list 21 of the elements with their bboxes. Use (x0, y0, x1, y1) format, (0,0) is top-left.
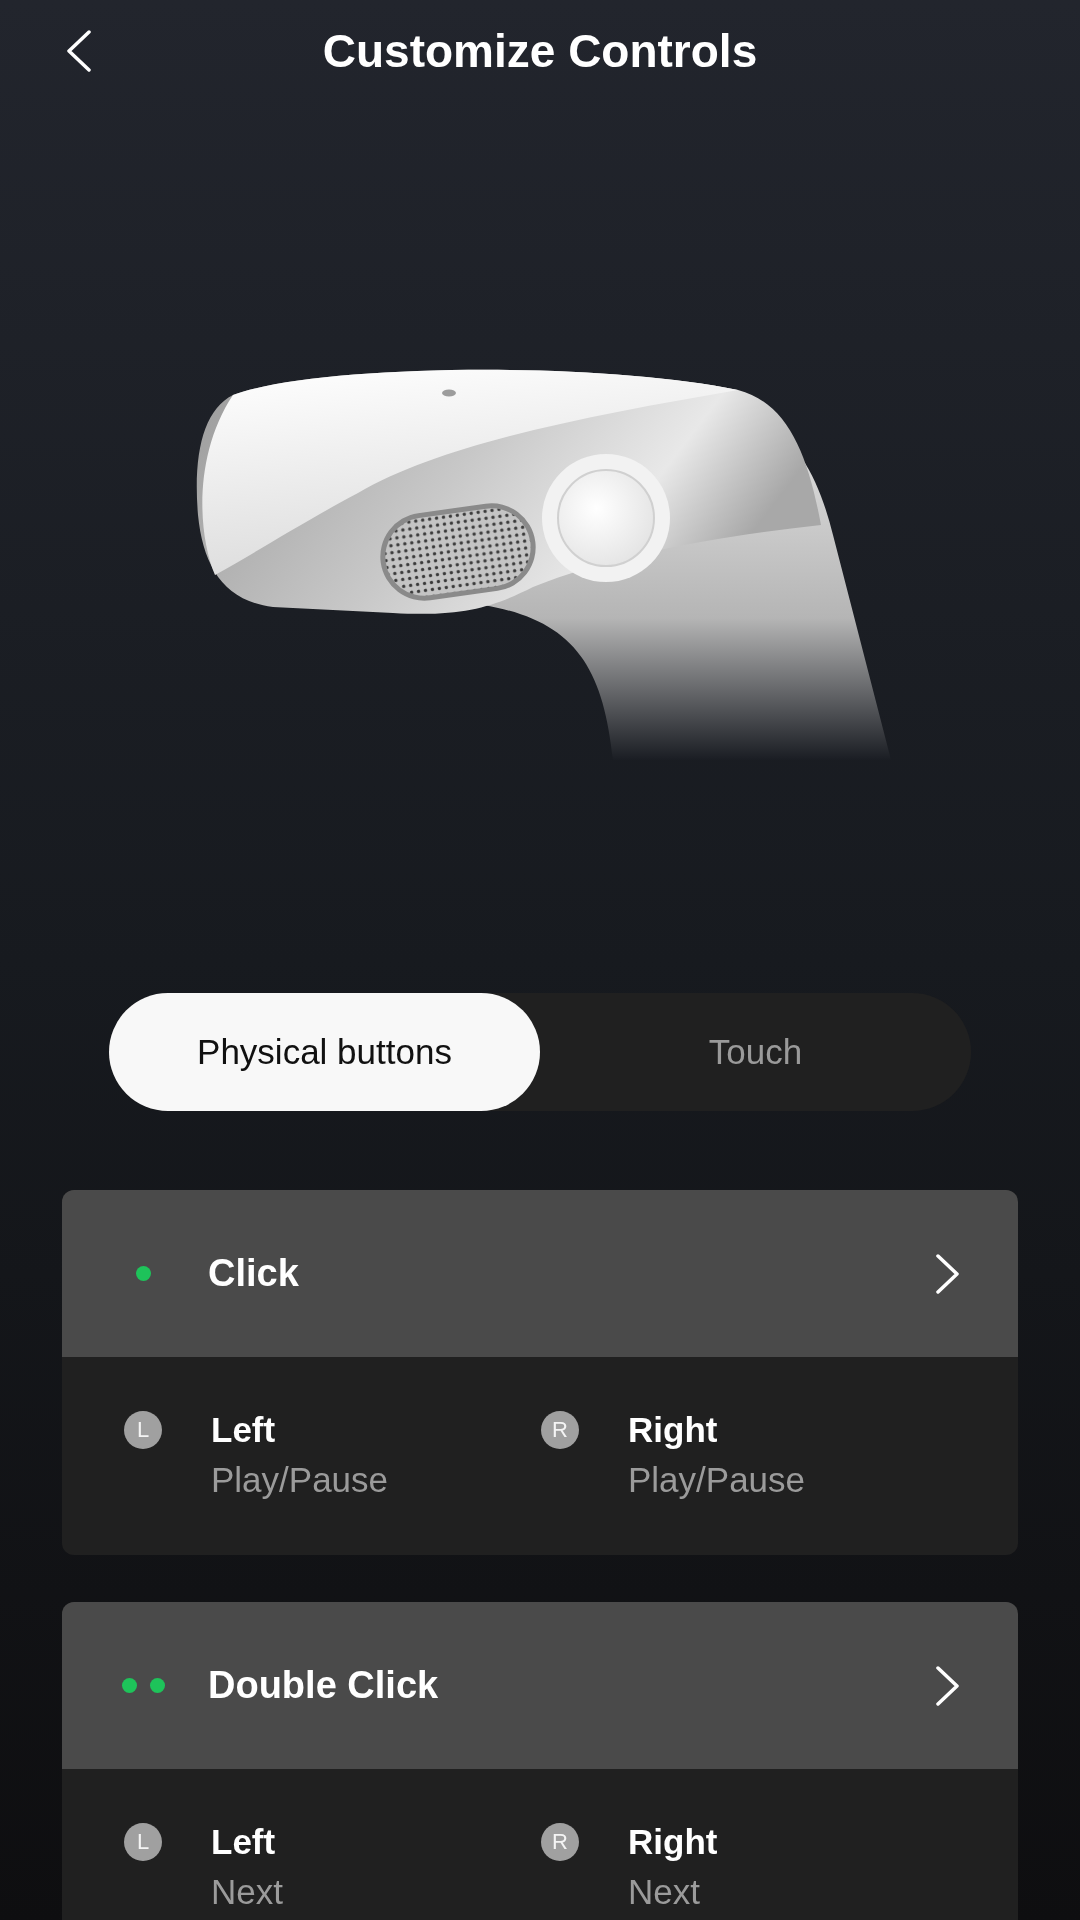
side-badge: R (541, 1823, 579, 1861)
back-button[interactable] (64, 28, 94, 74)
side-action: Play/Pause (628, 1459, 806, 1501)
side-badge: L (124, 1823, 162, 1861)
side-label: Right (628, 1821, 718, 1863)
chevron-right-icon (936, 1253, 960, 1294)
side-action: Next (211, 1871, 283, 1913)
side-label: Right (628, 1409, 719, 1451)
gesture-header-button[interactable]: Click (62, 1190, 1018, 1357)
control-type-tab[interactable]: Physical buttons (109, 993, 540, 1111)
side-label: Left (211, 1409, 277, 1451)
side-label: Left (211, 1821, 277, 1863)
side-action: Play/Pause (211, 1459, 389, 1501)
side-badge: R (541, 1411, 579, 1449)
back-icon (66, 30, 92, 72)
page-title: Customize Controls (321, 24, 759, 79)
side-action: Next (628, 1871, 701, 1913)
control-type-tab[interactable]: Touch (540, 993, 971, 1111)
gesture-header-button[interactable]: Double Click (62, 1602, 1018, 1769)
side-badge: L (124, 1411, 162, 1449)
chevron-right-icon (936, 1665, 960, 1706)
